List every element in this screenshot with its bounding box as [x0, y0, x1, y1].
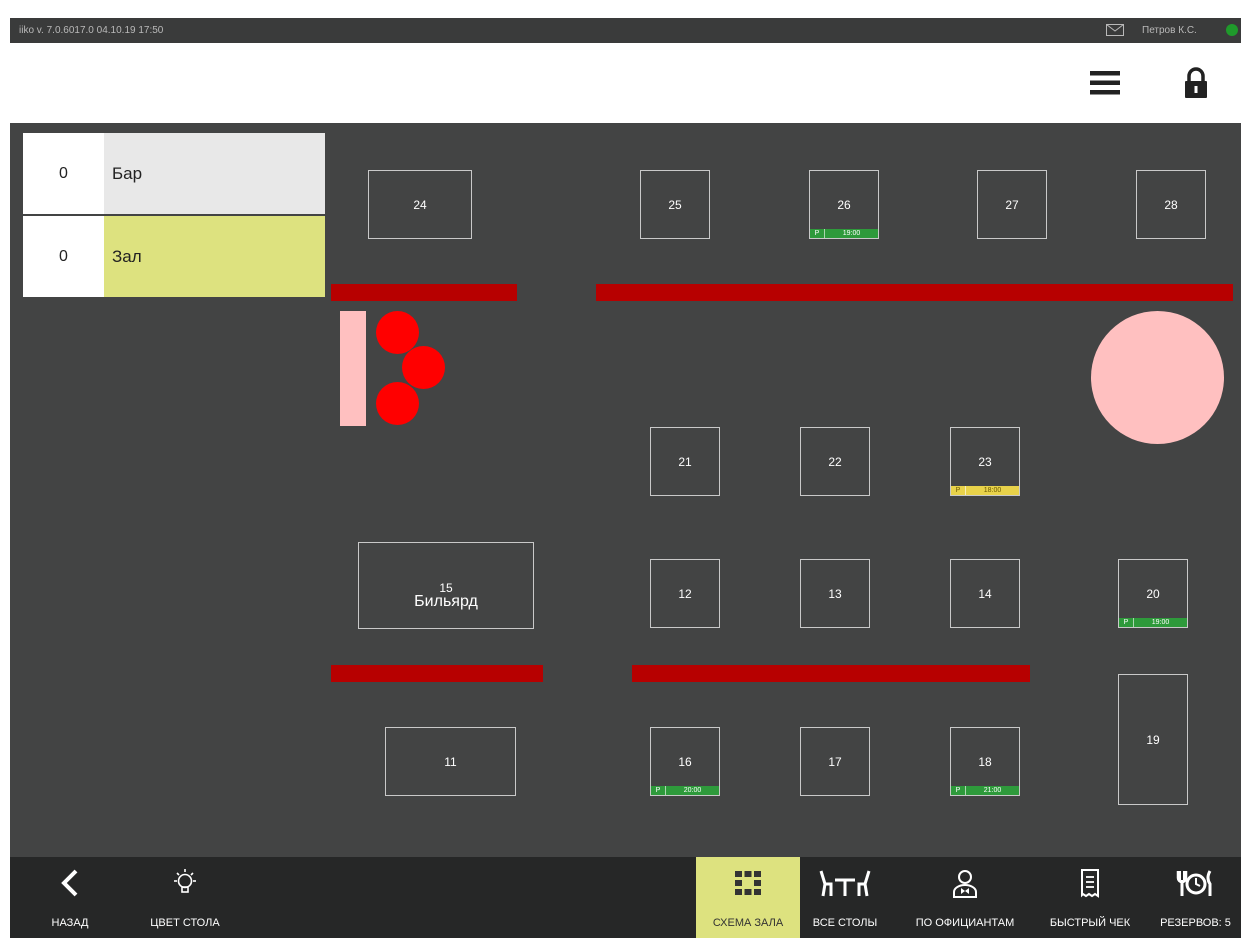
- menu-icon[interactable]: [1090, 69, 1120, 97]
- grid-icon: [735, 871, 761, 895]
- table-number: 27: [1005, 197, 1019, 212]
- table-number: 20: [1146, 586, 1160, 601]
- table-15-billiard[interactable]: 15 Бильярд: [358, 542, 534, 629]
- section-name: Зал: [104, 216, 325, 297]
- reservation-clock-icon: [1176, 870, 1211, 896]
- lock-icon[interactable]: [1183, 67, 1209, 99]
- table-number: 14: [978, 586, 992, 601]
- wall: [596, 284, 1233, 301]
- tables-chairs-icon: [819, 870, 871, 897]
- section-bar[interactable]: 0 Бар: [23, 133, 325, 214]
- receipt-icon: [1081, 869, 1099, 898]
- table-16[interactable]: 16 Р 20:00: [650, 727, 720, 796]
- table-14[interactable]: 14: [950, 559, 1020, 628]
- table-20[interactable]: 20 Р 19:00: [1118, 559, 1188, 628]
- current-user: Петров К.С.: [1142, 25, 1197, 36]
- table-28[interactable]: 28: [1136, 170, 1206, 239]
- reservation-badge: Р 19:00: [810, 229, 878, 238]
- table-21[interactable]: 21: [650, 427, 720, 496]
- section-count: 0: [23, 216, 104, 297]
- back-button[interactable]: НАЗАД: [40, 857, 100, 938]
- reservation-badge: Р 18:00: [951, 486, 1019, 495]
- table-number: 13: [828, 586, 842, 601]
- table-number: 18: [978, 754, 992, 769]
- table-number: 17: [828, 754, 842, 769]
- table-19[interactable]: 19: [1118, 674, 1188, 805]
- table-color-button[interactable]: ЦВЕТ СТОЛА: [140, 857, 230, 938]
- all-tables-button[interactable]: ВСЕ СТОЛЫ: [805, 857, 885, 938]
- wall: [632, 665, 1030, 682]
- header-bar: [10, 43, 1241, 123]
- bar-counter: [340, 311, 366, 426]
- mail-icon[interactable]: [1106, 24, 1124, 36]
- table-number: 25: [668, 197, 682, 212]
- reservations-button[interactable]: РЕЗЕРВОВ: 5: [1150, 857, 1241, 938]
- table-11[interactable]: 11: [385, 727, 516, 796]
- waiter-icon: [953, 870, 977, 898]
- round-decor: [1091, 311, 1224, 444]
- table-13[interactable]: 13: [800, 559, 870, 628]
- table-26[interactable]: 26 Р 19:00: [809, 170, 879, 239]
- by-waiters-button[interactable]: ПО ОФИЦИАНТАМ: [900, 857, 1030, 938]
- table-22[interactable]: 22: [800, 427, 870, 496]
- reservation-badge: Р 21:00: [951, 786, 1019, 795]
- table-23[interactable]: 23 Р 18:00: [950, 427, 1020, 496]
- section-count: 0: [23, 133, 104, 214]
- status-bar: iiko v. 7.0.6017.0 04.10.19 17:50 Петров…: [10, 18, 1241, 43]
- wall: [331, 665, 543, 682]
- table-number: 19: [1146, 732, 1160, 747]
- hall-scheme-button[interactable]: СХЕМА ЗАЛА: [696, 857, 800, 938]
- online-status-indicator: [1226, 24, 1238, 36]
- table-number: 23: [978, 454, 992, 469]
- app-window: iiko v. 7.0.6017.0 04.10.19 17:50 Петров…: [10, 18, 1241, 938]
- chevron-left-icon: [61, 869, 78, 897]
- section-hall[interactable]: 0 Зал: [23, 216, 325, 297]
- section-list: 0 Бар 0 Зал: [23, 133, 325, 299]
- table-title: Бильярд: [414, 593, 478, 610]
- table-25[interactable]: 25: [640, 170, 710, 239]
- section-name: Бар: [104, 133, 325, 214]
- reservation-badge: Р 19:00: [1119, 618, 1187, 627]
- table-number: 12: [678, 586, 692, 601]
- wall: [331, 284, 517, 301]
- lightbulb-icon: [174, 869, 196, 893]
- table-number: 26: [837, 197, 851, 212]
- table-27[interactable]: 27: [977, 170, 1047, 239]
- bar-stool: [402, 346, 445, 389]
- table-number: 16: [678, 754, 692, 769]
- table-18[interactable]: 18 Р 21:00: [950, 727, 1020, 796]
- bottom-toolbar: НАЗАД ЦВЕТ СТОЛА СХЕМА ЗАЛА ВСЕ СТОЛЫ ПО…: [10, 857, 1241, 938]
- table-17[interactable]: 17: [800, 727, 870, 796]
- table-number: 11: [444, 754, 457, 769]
- table-12[interactable]: 12: [650, 559, 720, 628]
- table-number: 28: [1164, 197, 1178, 212]
- table-number: 22: [828, 454, 842, 469]
- quick-check-button[interactable]: БЫСТРЫЙ ЧЕК: [1040, 857, 1140, 938]
- version-label: iiko v. 7.0.6017.0 04.10.19 17:50: [19, 25, 164, 36]
- bar-stool: [376, 382, 419, 425]
- table-24[interactable]: 24: [368, 170, 472, 239]
- table-number: 21: [678, 454, 692, 469]
- table-number: 24: [413, 197, 427, 212]
- reservation-badge: Р 20:00: [651, 786, 719, 795]
